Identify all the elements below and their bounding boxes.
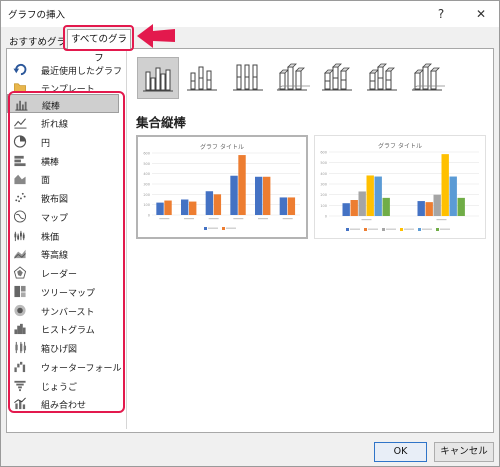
bar-mark — [164, 200, 172, 215]
bar-mark — [417, 201, 425, 216]
y-tick-label: 400 — [320, 172, 327, 176]
preview-legend — [346, 228, 450, 231]
y-tick-label: 300 — [143, 183, 150, 187]
legend-label-mark — [350, 228, 360, 230]
y-tick-label: 0 — [148, 214, 150, 218]
bar-mark — [279, 197, 288, 215]
legend-swatch — [418, 228, 421, 231]
preview-1-plot: 0 100 200 300 400 500 600 — [143, 152, 300, 230]
legend-label-mark — [440, 228, 450, 230]
bar-mark — [358, 191, 366, 216]
legend-label-mark — [422, 228, 432, 230]
undo-icon — [13, 63, 27, 76]
y-tick-label: 600 — [320, 151, 327, 155]
legend-swatch — [364, 228, 367, 231]
3d-clustered-column-icon — [276, 63, 310, 91]
bar-mark — [366, 175, 374, 216]
bar-mark — [255, 176, 263, 215]
legend-label-mark — [208, 227, 218, 229]
legend-label-mark — [386, 228, 396, 230]
bar-mark — [238, 155, 246, 215]
legend-swatch — [204, 227, 207, 230]
y-tick-label: 200 — [143, 193, 150, 197]
x-tick-mark — [184, 218, 194, 220]
y-tick-label: 600 — [143, 152, 150, 156]
sidebar-item-1[interactable]: 最近使用したグラフ — [7, 60, 123, 79]
cancel-button[interactable]: キャンセル — [434, 442, 494, 462]
y-tick-label: 100 — [143, 203, 150, 207]
panel-separator — [126, 51, 127, 429]
subtype-button-4[interactable] — [272, 57, 314, 99]
bar-mark — [287, 197, 296, 215]
section-title: 集合縦棒 — [136, 115, 187, 130]
subtype-button-5[interactable] — [317, 57, 359, 99]
y-tick-label: 100 — [320, 204, 327, 208]
y-tick-label: 400 — [143, 172, 150, 176]
bar-mark — [156, 202, 164, 215]
list-highlight-frame — [8, 91, 125, 413]
legend-label-mark — [368, 228, 378, 230]
callout-arrow-icon — [137, 24, 175, 48]
bar-mark — [263, 176, 271, 215]
bar-mark — [181, 199, 189, 215]
x-tick-mark — [159, 218, 170, 220]
x-tick-mark — [233, 218, 244, 220]
dialog-title: グラフの挿入 — [8, 10, 66, 21]
bar-mark — [189, 201, 197, 215]
legend-swatch — [436, 228, 439, 231]
x-tick-mark — [436, 219, 447, 221]
chart-preview-2[interactable]: グラフ タイトル 0 100 200 300 400 500 600 — [314, 135, 486, 239]
legend-swatch — [382, 228, 385, 231]
close-button[interactable]: ✕ — [471, 4, 491, 24]
subtype-button-1[interactable] — [137, 57, 179, 99]
bar-mark — [213, 194, 222, 215]
y-tick-label: 0 — [325, 215, 327, 219]
bar-mark — [350, 200, 358, 216]
legend-swatch — [400, 228, 403, 231]
legend-label-mark — [226, 227, 236, 229]
bar-mark — [441, 154, 449, 216]
title-bar: グラフの挿入 ? ✕ — [1, 1, 499, 27]
bar-mark — [374, 176, 382, 216]
tab-highlight-frame — [63, 25, 134, 51]
bar-mark — [205, 191, 214, 215]
subtype-button-7[interactable] — [407, 57, 449, 99]
3d-stacked-column-icon — [322, 63, 352, 91]
legend-swatch — [222, 227, 225, 230]
bar-mark — [433, 194, 441, 216]
legend-swatch — [346, 228, 349, 231]
bar-mark — [449, 176, 457, 216]
bar-mark — [425, 202, 433, 216]
ok-button[interactable]: OK — [374, 442, 427, 462]
stacked-column-icon — [187, 66, 217, 91]
y-tick-label: 500 — [320, 161, 327, 165]
x-tick-mark — [208, 218, 219, 220]
x-tick-mark — [258, 218, 268, 220]
y-tick-label: 300 — [320, 183, 327, 187]
y-tick-label: 200 — [320, 193, 327, 197]
legend-label-mark — [404, 228, 414, 230]
100-stacked-column-icon — [233, 64, 263, 91]
chart-preview-1[interactable]: グラフ タイトル 0 100 200 300 400 500 600 — [136, 135, 308, 239]
3d-column-icon — [411, 63, 445, 91]
insert-chart-dialog: グラフの挿入 ? ✕ おすすめグラフ すべてのグラフ 最近使用したグラフ テンプレ… — [0, 0, 500, 467]
sidebar-item-label: 最近使用したグラフ — [41, 67, 123, 77]
subtype-button-3[interactable] — [228, 57, 270, 99]
help-button[interactable]: ? — [431, 4, 451, 24]
preview-2-plot: 0 100 200 300 400 500 600 — [320, 151, 479, 231]
clustered-column-icon — [143, 67, 173, 92]
y-tick-label: 500 — [143, 162, 150, 166]
x-tick-mark — [282, 218, 293, 220]
bar-mark — [342, 203, 350, 216]
x-tick-mark — [361, 219, 372, 221]
3d-100-stacked-column-icon — [367, 63, 397, 91]
bar-mark — [230, 175, 238, 215]
bar-mark — [457, 197, 465, 216]
subtype-button-6[interactable] — [362, 57, 404, 99]
bar-mark — [382, 197, 390, 216]
subtype-button-2[interactable] — [182, 57, 224, 99]
preview-legend — [204, 227, 236, 230]
